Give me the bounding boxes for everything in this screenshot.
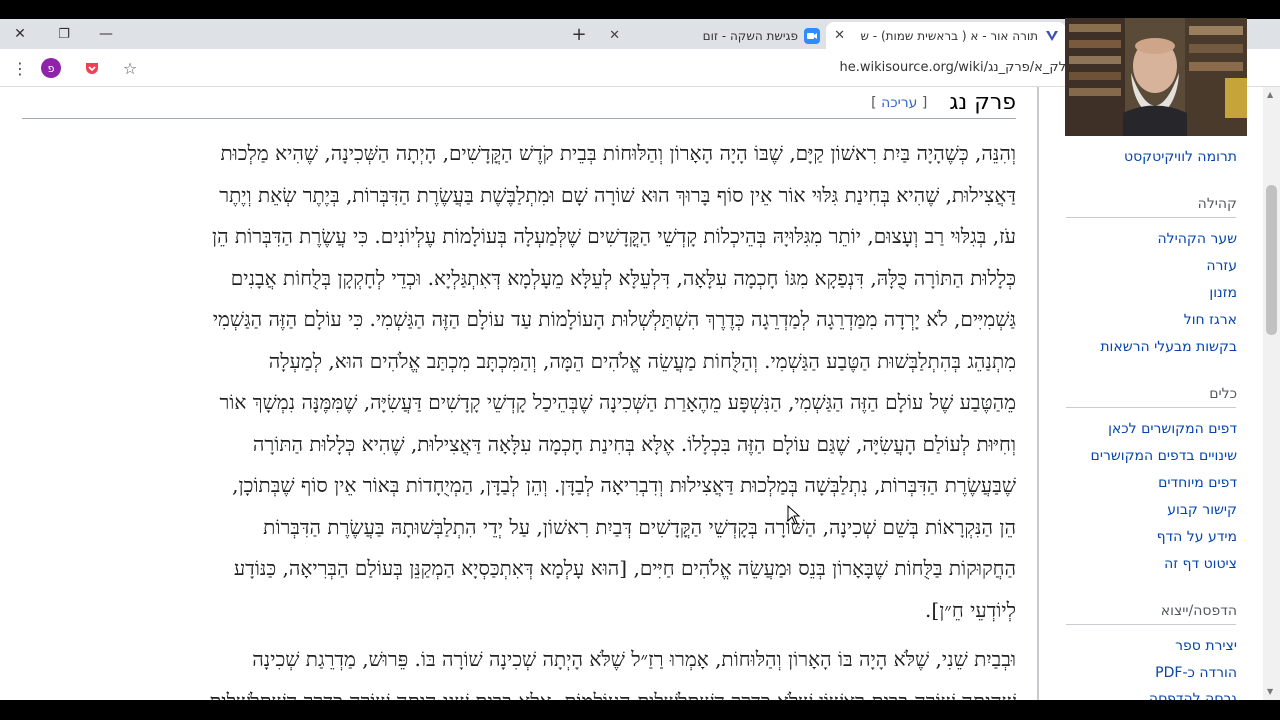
text-line: מִתְנַהֵג בְּהִתְלַבְּשׁוּת הַטֶּבַע הַג… [268, 348, 1016, 373]
text-line: וּבְבַיִת שֵׁנִי, שֶׁלֹּא הָיָה בּוֹ הָא… [252, 647, 1016, 671]
text-line: שֶׁהָיְתָה שׁוֹרָה בְּבַיִת רִאשׁוֹן שֶׁ… [22, 681, 1016, 701]
tab-zoom-close-icon[interactable]: ✕ [609, 28, 620, 43]
text-line: וְהִנֵּה, כְּשֶׁהָיָה בַּיִת רִאשׁוֹן קַ… [220, 141, 1016, 165]
sidebar-item-printable-version[interactable]: גרסה להדפסה [1149, 691, 1237, 700]
plus-icon: + [571, 23, 587, 45]
scroll-down-arrow-icon[interactable]: ▼ [1267, 687, 1273, 696]
mouse-cursor-icon [787, 504, 801, 525]
sidebar: תרומה לוויקיטקסט קהילה שער הקהילה עזרה מ… [1046, 87, 1242, 700]
page-scrollbar[interactable]: ▲ ▼ [1263, 87, 1280, 700]
text-line: גַּשְׁמִיִּים, לֹא יָרְדָה מִמַּדְרֵגָה … [212, 307, 1016, 331]
sidebar-item-sandbox[interactable]: ארגז חול [1184, 312, 1237, 328]
text-line: הֵן הַנִּקְרָאוֹת בְּשֵׁם שְׁכִינָה, הַש… [263, 514, 1016, 539]
webcam-video-overlay [1065, 18, 1247, 136]
sidebar-item-admin-requests[interactable]: בקשות מבעלי הרשאות [1100, 339, 1237, 355]
screen: ✕ ❐ — + פגישת השקה - זום ✕ תורה אור - א … [0, 0, 1280, 720]
sidebar-item-village-pump[interactable]: מזנון [1209, 285, 1237, 301]
text-line: עֹז, בְּגִלּוּי רַב וְעָצוּם, יוֹתֵר מִג… [211, 224, 1016, 248]
sidebar-divider [1037, 87, 1039, 700]
tab-zoom[interactable]: פגישת השקה - זום ✕ [600, 22, 826, 49]
sidebar-item-download-pdf[interactable]: הורדה כ-PDF [1155, 665, 1237, 681]
sidebar-item-special-pages[interactable]: דפים מיוחדים [1158, 475, 1237, 491]
sidebar-tools-heading: כלים [1209, 386, 1237, 402]
zoom-favicon-icon [804, 27, 820, 44]
close-icon: ✕ [14, 26, 26, 42]
tab-torah-or-title: תורה אור - א ( בראשית שמות) - ש [860, 28, 1038, 43]
sidebar-rule [1066, 407, 1236, 408]
sidebar-item-what-links-here[interactable]: דפים המקושרים לכאן [1108, 421, 1237, 437]
sidebar-print-heading: הדפסה/ייצוא [1160, 603, 1237, 619]
text-line: כְּלָלוּת הַתּוֹרָה כֻּלָּהּ, דִּנְפַקָא… [230, 265, 1016, 290]
tab-zoom-title: פגישת השקה - זום [702, 28, 798, 43]
wikisource-favicon-icon [1044, 28, 1060, 44]
edit-link[interactable]: עריכה [881, 95, 917, 111]
sidebar-rule [1066, 624, 1236, 625]
window-close-button[interactable]: ✕ [0, 19, 40, 49]
sidebar-item-create-book[interactable]: יצירת ספר [1175, 638, 1237, 654]
text-line: לְיוֹדְעֵי חֵ״ן]. [925, 597, 1016, 622]
profile-letter: פ [41, 58, 61, 78]
sidebar-item-permanent-link[interactable]: קישור קבוע [1167, 502, 1237, 518]
sidebar-item-cite-page[interactable]: ציטוט דף זה [1164, 556, 1237, 572]
wiki-page: פרק נג [ עריכה ] וְהִנֵּה, כְּשֶׁהָיָה ב… [0, 87, 1280, 700]
scroll-up-arrow-icon[interactable]: ▲ [1267, 90, 1273, 99]
menu-dots-icon[interactable]: ⋮ [8, 56, 32, 80]
heading-row: פרק נג [ עריכה ] [871, 87, 1016, 118]
text-line: הַחֲקוּקוֹת בַּלֻּחוֹת שֶׁבָּאָרוֹן בְּנ… [233, 556, 1016, 580]
window-restore-button[interactable]: ❐ [44, 19, 84, 49]
window-minimize-button[interactable]: — [86, 19, 126, 49]
restore-icon: ❐ [58, 26, 70, 42]
minimize-icon: — [99, 26, 113, 42]
sidebar-item-related-changes[interactable]: שינויים בדפים המקושרים [1091, 448, 1237, 464]
tab-torah-or-close-icon[interactable]: ✕ [834, 28, 845, 43]
pocket-extension-icon[interactable] [80, 56, 104, 80]
bookmark-star-icon[interactable]: ☆ [118, 56, 142, 80]
new-tab-button[interactable]: + [568, 22, 590, 46]
sidebar-donate-link[interactable]: תרומה לוויקיטקסט [1124, 149, 1237, 165]
top-black-bar [0, 0, 1280, 19]
sidebar-item-help[interactable]: עזרה [1206, 258, 1237, 274]
text-line: שֶׁבַּעֲשֶׂרֶת הַדִּבְּרוֹת, נִתְלַבְּשָ… [232, 473, 1016, 497]
address-bar[interactable]: he.wikisource.org/wiki/לק_א/פרק_נג [150, 55, 1070, 81]
heading-divider [22, 118, 1016, 119]
sidebar-item-page-info[interactable]: מידע על הדף [1157, 529, 1237, 545]
text-line: מֵהַטֶּבַע שֶׁל עוֹלָם הַזֶּה הַגַּשְׁמִ… [219, 390, 1016, 414]
tab-torah-or[interactable]: תורה אור - א ( בראשית שמות) - ש ✕ [826, 22, 1066, 49]
edit-section: [ עריכה ] [871, 94, 928, 111]
page-title: פרק נג [949, 90, 1016, 115]
sidebar-rule [1066, 217, 1236, 218]
text-line: דַּאֲצִילוּת, שֶׁהִיא בְּחִינַת גִּלּוּי… [219, 182, 1016, 207]
sidebar-item-community-portal[interactable]: שער הקהילה [1158, 231, 1238, 247]
article-content: פרק נג [ עריכה ] וְהִנֵּה, כְּשֶׁהָיָה ב… [22, 87, 1016, 700]
bottom-black-bar [0, 700, 1280, 720]
sidebar-community-heading: קהילה [1197, 196, 1237, 212]
text-line: וְחִיּוּת לְעוֹלַם הָעֲשִׂיָּה, שֶׁגַּם … [252, 431, 1016, 456]
profile-avatar[interactable]: פ [39, 56, 63, 80]
scrollbar-thumb[interactable] [1266, 185, 1277, 335]
